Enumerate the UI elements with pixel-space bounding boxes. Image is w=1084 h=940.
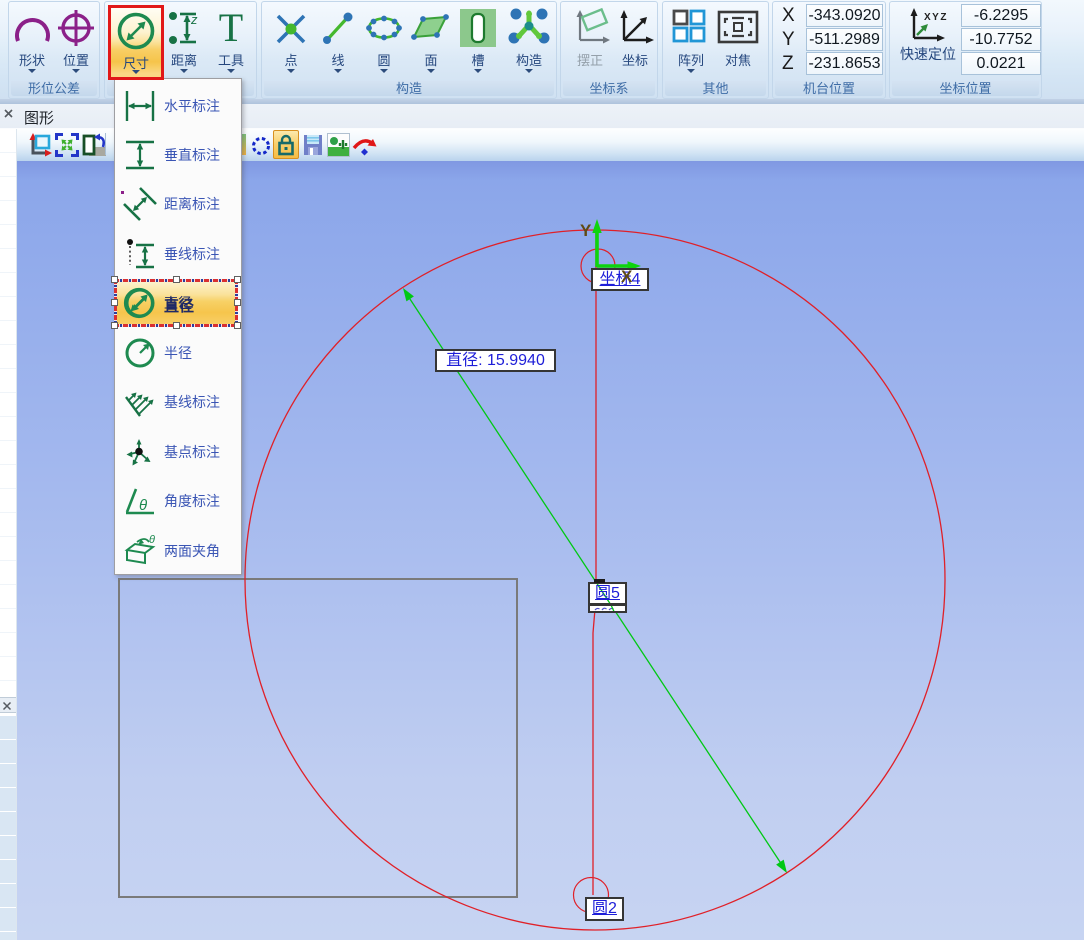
svg-text:θ: θ [149, 534, 155, 546]
svg-text:θ: θ [139, 497, 147, 514]
svg-text:Y: Y [580, 221, 592, 240]
